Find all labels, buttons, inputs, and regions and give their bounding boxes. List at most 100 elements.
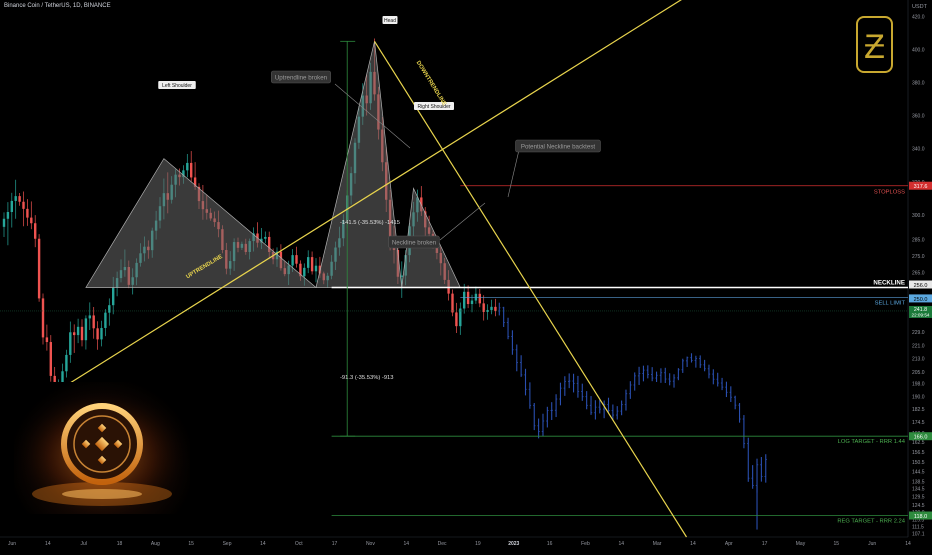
time-tick-label: Apr: [725, 541, 733, 547]
projection-bar: [537, 418, 540, 439]
price-tick-label: 285.0: [912, 238, 925, 244]
candle-body: [73, 332, 76, 336]
candle: [451, 289, 454, 317]
neckline-price-tag: 256.0: [909, 280, 932, 289]
candle: [478, 288, 481, 308]
projection-bar: [725, 381, 728, 398]
candle: [49, 335, 52, 382]
time-tick-label: Nov: [366, 541, 375, 547]
candle-body: [76, 326, 80, 336]
candle: [310, 251, 314, 275]
candle: [14, 179, 17, 219]
price-tick-label: 174.5: [912, 420, 925, 426]
neckline-broken-label: Neckline broken: [388, 235, 440, 249]
time-tick-label: May: [796, 541, 806, 547]
projection-bar: [690, 353, 693, 363]
neckline-broken-label-text: Neckline broken: [392, 239, 437, 246]
time-tick-label: 16: [547, 541, 553, 547]
countdown-text: 22:09:54: [912, 312, 930, 317]
projection-bar: [546, 406, 549, 428]
price-tick-label: 124.5: [912, 503, 925, 509]
candle-body: [69, 332, 72, 355]
projection-bar: [637, 366, 641, 385]
candle-body: [34, 223, 37, 239]
candle-body: [310, 257, 314, 272]
projection-bar: [646, 365, 650, 379]
sell-limit-label: SELL LIMIT: [875, 300, 906, 306]
price-tick-label: 420.0: [912, 15, 925, 21]
log-target-label: LOG TARGET - RRR 1.44: [838, 439, 906, 445]
projection-bar: [760, 457, 763, 482]
price-tick-label: 205.0: [912, 370, 925, 376]
projection-bar: [620, 400, 623, 416]
candle-body: [26, 208, 29, 218]
candle-body: [307, 257, 310, 268]
candle-body: [186, 162, 189, 171]
projection-bar: [607, 397, 610, 413]
candle: [455, 302, 458, 333]
candle-body: [84, 318, 88, 341]
neckline-label: NECKLINE: [873, 280, 905, 287]
candle-body: [14, 196, 17, 201]
projection-bar: [642, 365, 645, 382]
time-tick-label: Dec: [438, 541, 447, 547]
head-label-text: Head: [384, 18, 396, 24]
potential-backtest-label-text: Potential Neckline backtest: [521, 143, 596, 150]
time-tick-label: 18: [117, 541, 123, 547]
stop-price-tag-text: 317.6: [914, 184, 928, 190]
projection-bar: [677, 368, 680, 381]
time-tick-label: 2023: [508, 541, 519, 547]
candle-body: [100, 327, 103, 340]
price-tick-label: 144.5: [912, 470, 925, 476]
candle-body: [400, 275, 403, 277]
time-tick-label: 14: [260, 541, 266, 547]
uptrend-broken-label: Uptrendline broken: [271, 70, 331, 84]
candle-body: [96, 328, 99, 340]
price-tick-label: 111.5: [912, 524, 924, 530]
left-shoulder-label: Left Shoulder: [158, 81, 196, 89]
price-tick-label: 360.0: [912, 114, 925, 120]
projection-bar: [550, 402, 553, 421]
projection-bar: [506, 317, 510, 340]
projection-bar: [511, 330, 514, 355]
time-tick-label: 17: [762, 541, 768, 547]
candle-body: [41, 298, 45, 338]
candle-body: [108, 305, 111, 313]
candle-body: [30, 217, 33, 224]
candle: [96, 321, 99, 350]
projection-bar: [524, 368, 527, 396]
right-shoulder-label-text: Right Shoulder: [417, 104, 450, 110]
candle-body: [49, 342, 52, 376]
projection-bar: [589, 396, 593, 415]
candle: [26, 199, 29, 226]
downtrend-line: [373, 40, 688, 538]
price-tick-label: 129.5: [912, 495, 925, 501]
projection-bar: [716, 372, 719, 387]
projection-bar: [712, 369, 715, 385]
reg-target-price-tag: 118.0: [909, 511, 932, 520]
time-tick-label: Oct: [295, 541, 303, 547]
candle: [466, 285, 470, 309]
projection-bar: [563, 376, 567, 396]
price-tick-label: 134.5: [912, 486, 925, 492]
price-tick-label: 221.0: [912, 343, 925, 349]
candle: [108, 298, 111, 326]
projection-bar: [572, 373, 575, 393]
candle-body: [291, 255, 294, 266]
projection-bar: [602, 400, 606, 419]
backtest-pointer: [507, 149, 520, 198]
price-tick-label: 138.5: [912, 480, 925, 486]
projection-bar: [738, 402, 741, 423]
measure-bottom-label: -91.3 (-35.53%) -913: [340, 375, 394, 381]
projection-bar: [581, 383, 584, 401]
projection-bar: [733, 395, 737, 410]
price-tick-label: 150.5: [912, 460, 925, 466]
projection-bar: [624, 389, 628, 411]
log-target-price-tag-text: 166.0: [914, 435, 928, 441]
projection-bar: [585, 391, 588, 410]
projection-bar: [629, 381, 632, 399]
stylized-b-logo-icon: Ƶ: [856, 16, 893, 73]
time-tick-label: 14: [905, 541, 911, 547]
projection-bar: [541, 413, 545, 437]
projection-bar: [515, 344, 518, 372]
